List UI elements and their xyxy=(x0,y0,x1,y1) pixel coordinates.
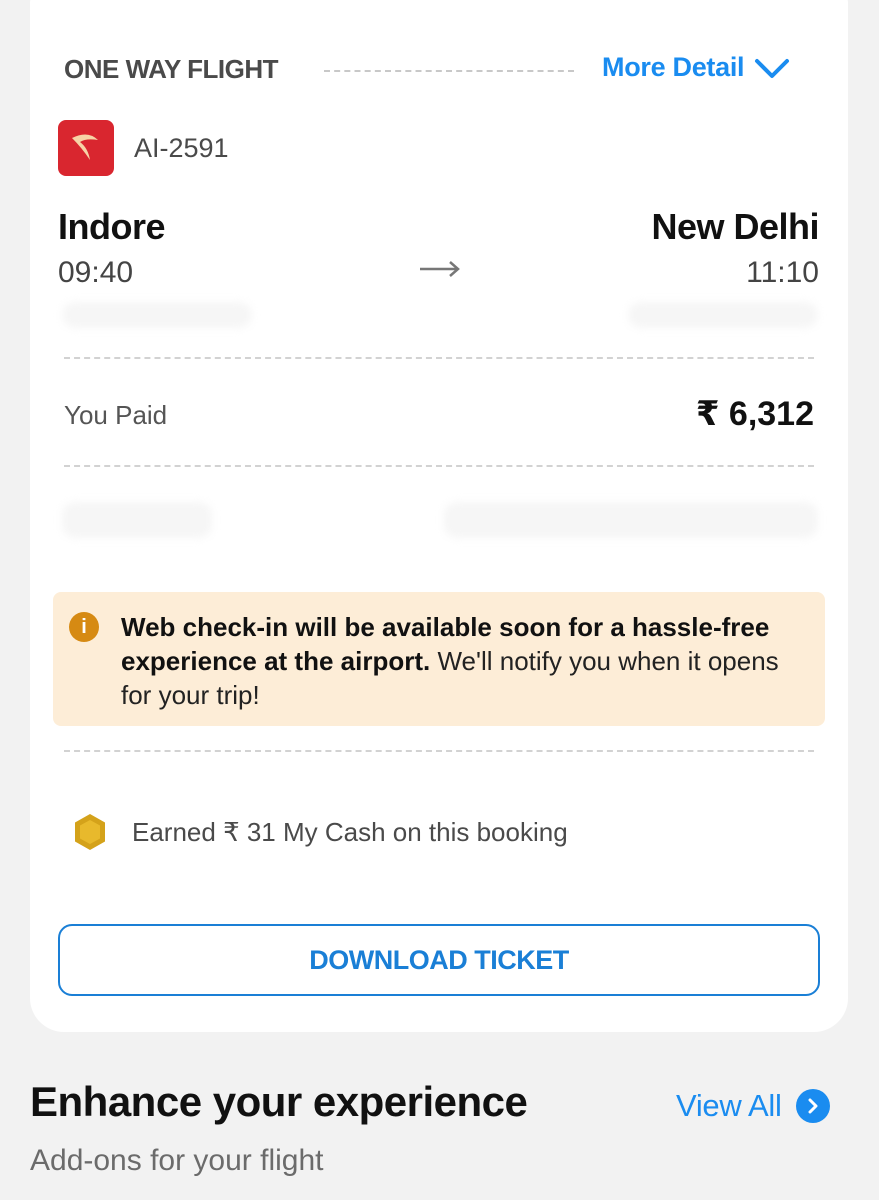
enhance-section-subtitle: Add-ons for your flight xyxy=(30,1144,324,1177)
blurred-right-detail xyxy=(444,502,818,538)
paid-label: You Paid xyxy=(64,400,168,430)
paid-amount: ₹ 6,312 xyxy=(695,395,814,433)
more-detail-button[interactable]: More Detail xyxy=(602,52,790,83)
chevron-right-circle-icon xyxy=(795,1089,830,1123)
view-all-label: View All xyxy=(676,1088,782,1123)
arrival-time: 11:10 xyxy=(746,256,819,289)
arrow-right-icon xyxy=(420,261,460,277)
flight-header: ONE WAY FLIGHT More Detail xyxy=(64,52,824,92)
destination-city: New Delhi xyxy=(651,206,819,247)
web-checkin-notice: i Web check-in will be available soon fo… xyxy=(53,592,825,726)
blurred-destination-detail xyxy=(628,302,818,328)
flight-type-label: ONE WAY FLIGHT xyxy=(64,54,279,84)
chevron-down-icon xyxy=(755,58,790,78)
airline-info: AI-2591 xyxy=(58,120,229,176)
info-icon: i xyxy=(69,612,99,642)
cash-earned-text: Earned ₹ 31 My Cash on this booking xyxy=(132,816,568,847)
coin-icon xyxy=(75,814,105,850)
view-all-button[interactable]: View All xyxy=(676,1088,830,1124)
flight-number: AI-2591 xyxy=(134,132,229,163)
departure-time: 09:40 xyxy=(58,256,134,289)
divider xyxy=(64,750,814,752)
blurred-left-detail xyxy=(62,502,212,538)
download-ticket-button[interactable]: DOWNLOAD TICKET xyxy=(58,924,820,996)
download-ticket-label: DOWNLOAD TICKET xyxy=(309,944,569,975)
blurred-origin-detail xyxy=(62,302,252,328)
my-cash-row: Earned ₹ 31 My Cash on this booking xyxy=(72,812,568,852)
more-detail-label: More Detail xyxy=(602,52,745,82)
notice-text: Web check-in will be available soon for … xyxy=(121,610,811,712)
header-divider xyxy=(324,70,574,72)
enhance-section-title: Enhance your experience xyxy=(30,1078,528,1125)
airline-logo-icon xyxy=(58,120,114,176)
divider xyxy=(64,465,814,467)
divider xyxy=(64,357,814,359)
origin-city: Indore xyxy=(58,206,166,247)
